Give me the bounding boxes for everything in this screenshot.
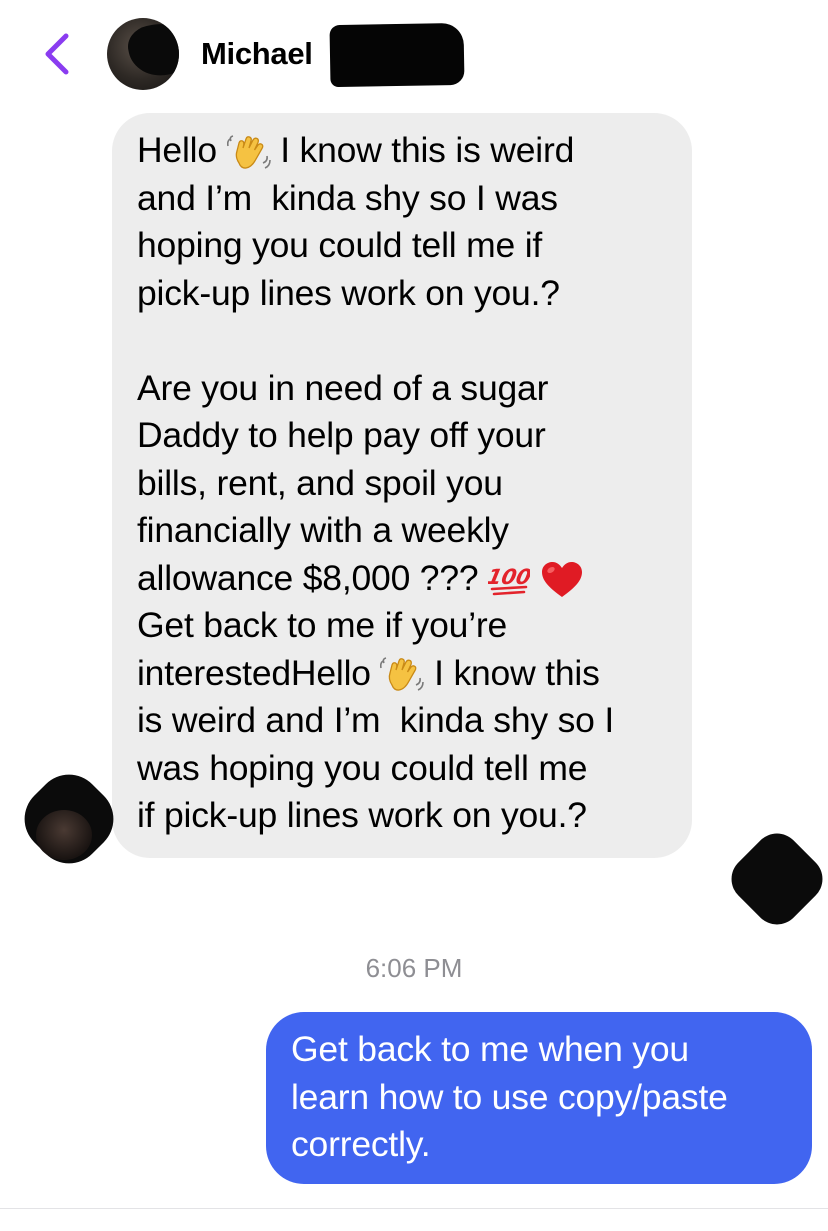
message-line: financially with a weekly [137, 507, 668, 555]
name-redaction [329, 22, 465, 88]
incoming-message-text: Hello I know this is weird and I’m kinda … [137, 127, 668, 840]
incoming-message-bubble[interactable]: Hello I know this is weird and I’m kinda … [112, 113, 692, 858]
message-line: interestedHello I know this [137, 650, 668, 698]
message-line: if pick-up lines work on you.? [137, 792, 668, 840]
message-line: was hoping you could tell me [137, 745, 668, 793]
outgoing-message-text: Get back to me when you learn how to use … [291, 1026, 788, 1169]
hundred-points-icon: 100 [488, 565, 530, 596]
message-line: and I’m kinda shy so I was [137, 175, 668, 223]
outgoing-message-bubble[interactable]: Get back to me when you learn how to use … [266, 1012, 812, 1184]
waving-hand-icon [226, 134, 271, 169]
message-line: allowance $8,000 ??? 100 [137, 555, 668, 603]
message-line: correctly. [291, 1124, 431, 1164]
message-line: Hello I know this is weird [137, 127, 668, 175]
message-text-segment [530, 558, 540, 598]
read-receipt-avatar-redaction [721, 823, 828, 935]
message-line: Daddy to help pay off your [137, 412, 668, 460]
message-text-segment: I know this [424, 652, 600, 693]
back-button[interactable] [38, 30, 78, 78]
message-text-segment: allowance $8,000 ??? [137, 557, 489, 598]
message-line: pick-up lines work on you.? [137, 270, 668, 318]
message-line: Are you in need of a sugar [137, 365, 668, 413]
chevron-left-icon [45, 33, 69, 75]
message-text-segment: hoping you could tell me if [137, 225, 543, 265]
contact-name[interactable]: Michael [201, 36, 313, 72]
message-text-segment: was hoping you could tell me [137, 747, 588, 788]
message-text-segment: is weird and I’m kinda shy so I [137, 700, 614, 740]
message-line: is weird and I’m kinda shy so I [137, 697, 668, 745]
message-line: Get back to me if you’re [137, 602, 668, 650]
waving-hand-icon [380, 657, 425, 691]
message-text-segment: Daddy to help pay off your [137, 415, 546, 455]
sender-avatar [36, 810, 92, 860]
contact-avatar[interactable] [107, 18, 179, 90]
message-text-segment: financially with a weekly [137, 510, 509, 550]
message-line: bills, rent, and spoil you [137, 460, 668, 508]
message-text-segment: if pick-up lines work on you.? [137, 795, 587, 835]
message-text-segment: Hello [137, 130, 227, 170]
chat-header: Michael [0, 0, 828, 105]
divider [0, 1208, 828, 1209]
message-text-segment: I know this is weird [270, 130, 575, 170]
message-text-segment: pick-up lines work on you.? [137, 272, 560, 313]
message-text-segment: Are you in need of a sugar [137, 367, 549, 408]
message-text-segment: interestedHello [137, 652, 381, 693]
message-timestamp: 6:06 PM [365, 953, 463, 983]
message-text-segment: and I’m kinda shy so I was [137, 177, 558, 218]
message-line: Get back to me when you [291, 1029, 689, 1069]
red-heart-icon [541, 562, 582, 598]
message-line: hoping you could tell me if [137, 222, 668, 270]
message-line [137, 317, 668, 365]
message-line: learn how to use copy/paste [291, 1076, 728, 1117]
message-text-segment: Get back to me if you’re [137, 605, 508, 645]
message-text-segment: bills, rent, and spoil you [137, 462, 503, 503]
chat-screen: Michael Hello I know this is weird and I’… [0, 0, 828, 1231]
avatar-redaction [124, 18, 179, 82]
